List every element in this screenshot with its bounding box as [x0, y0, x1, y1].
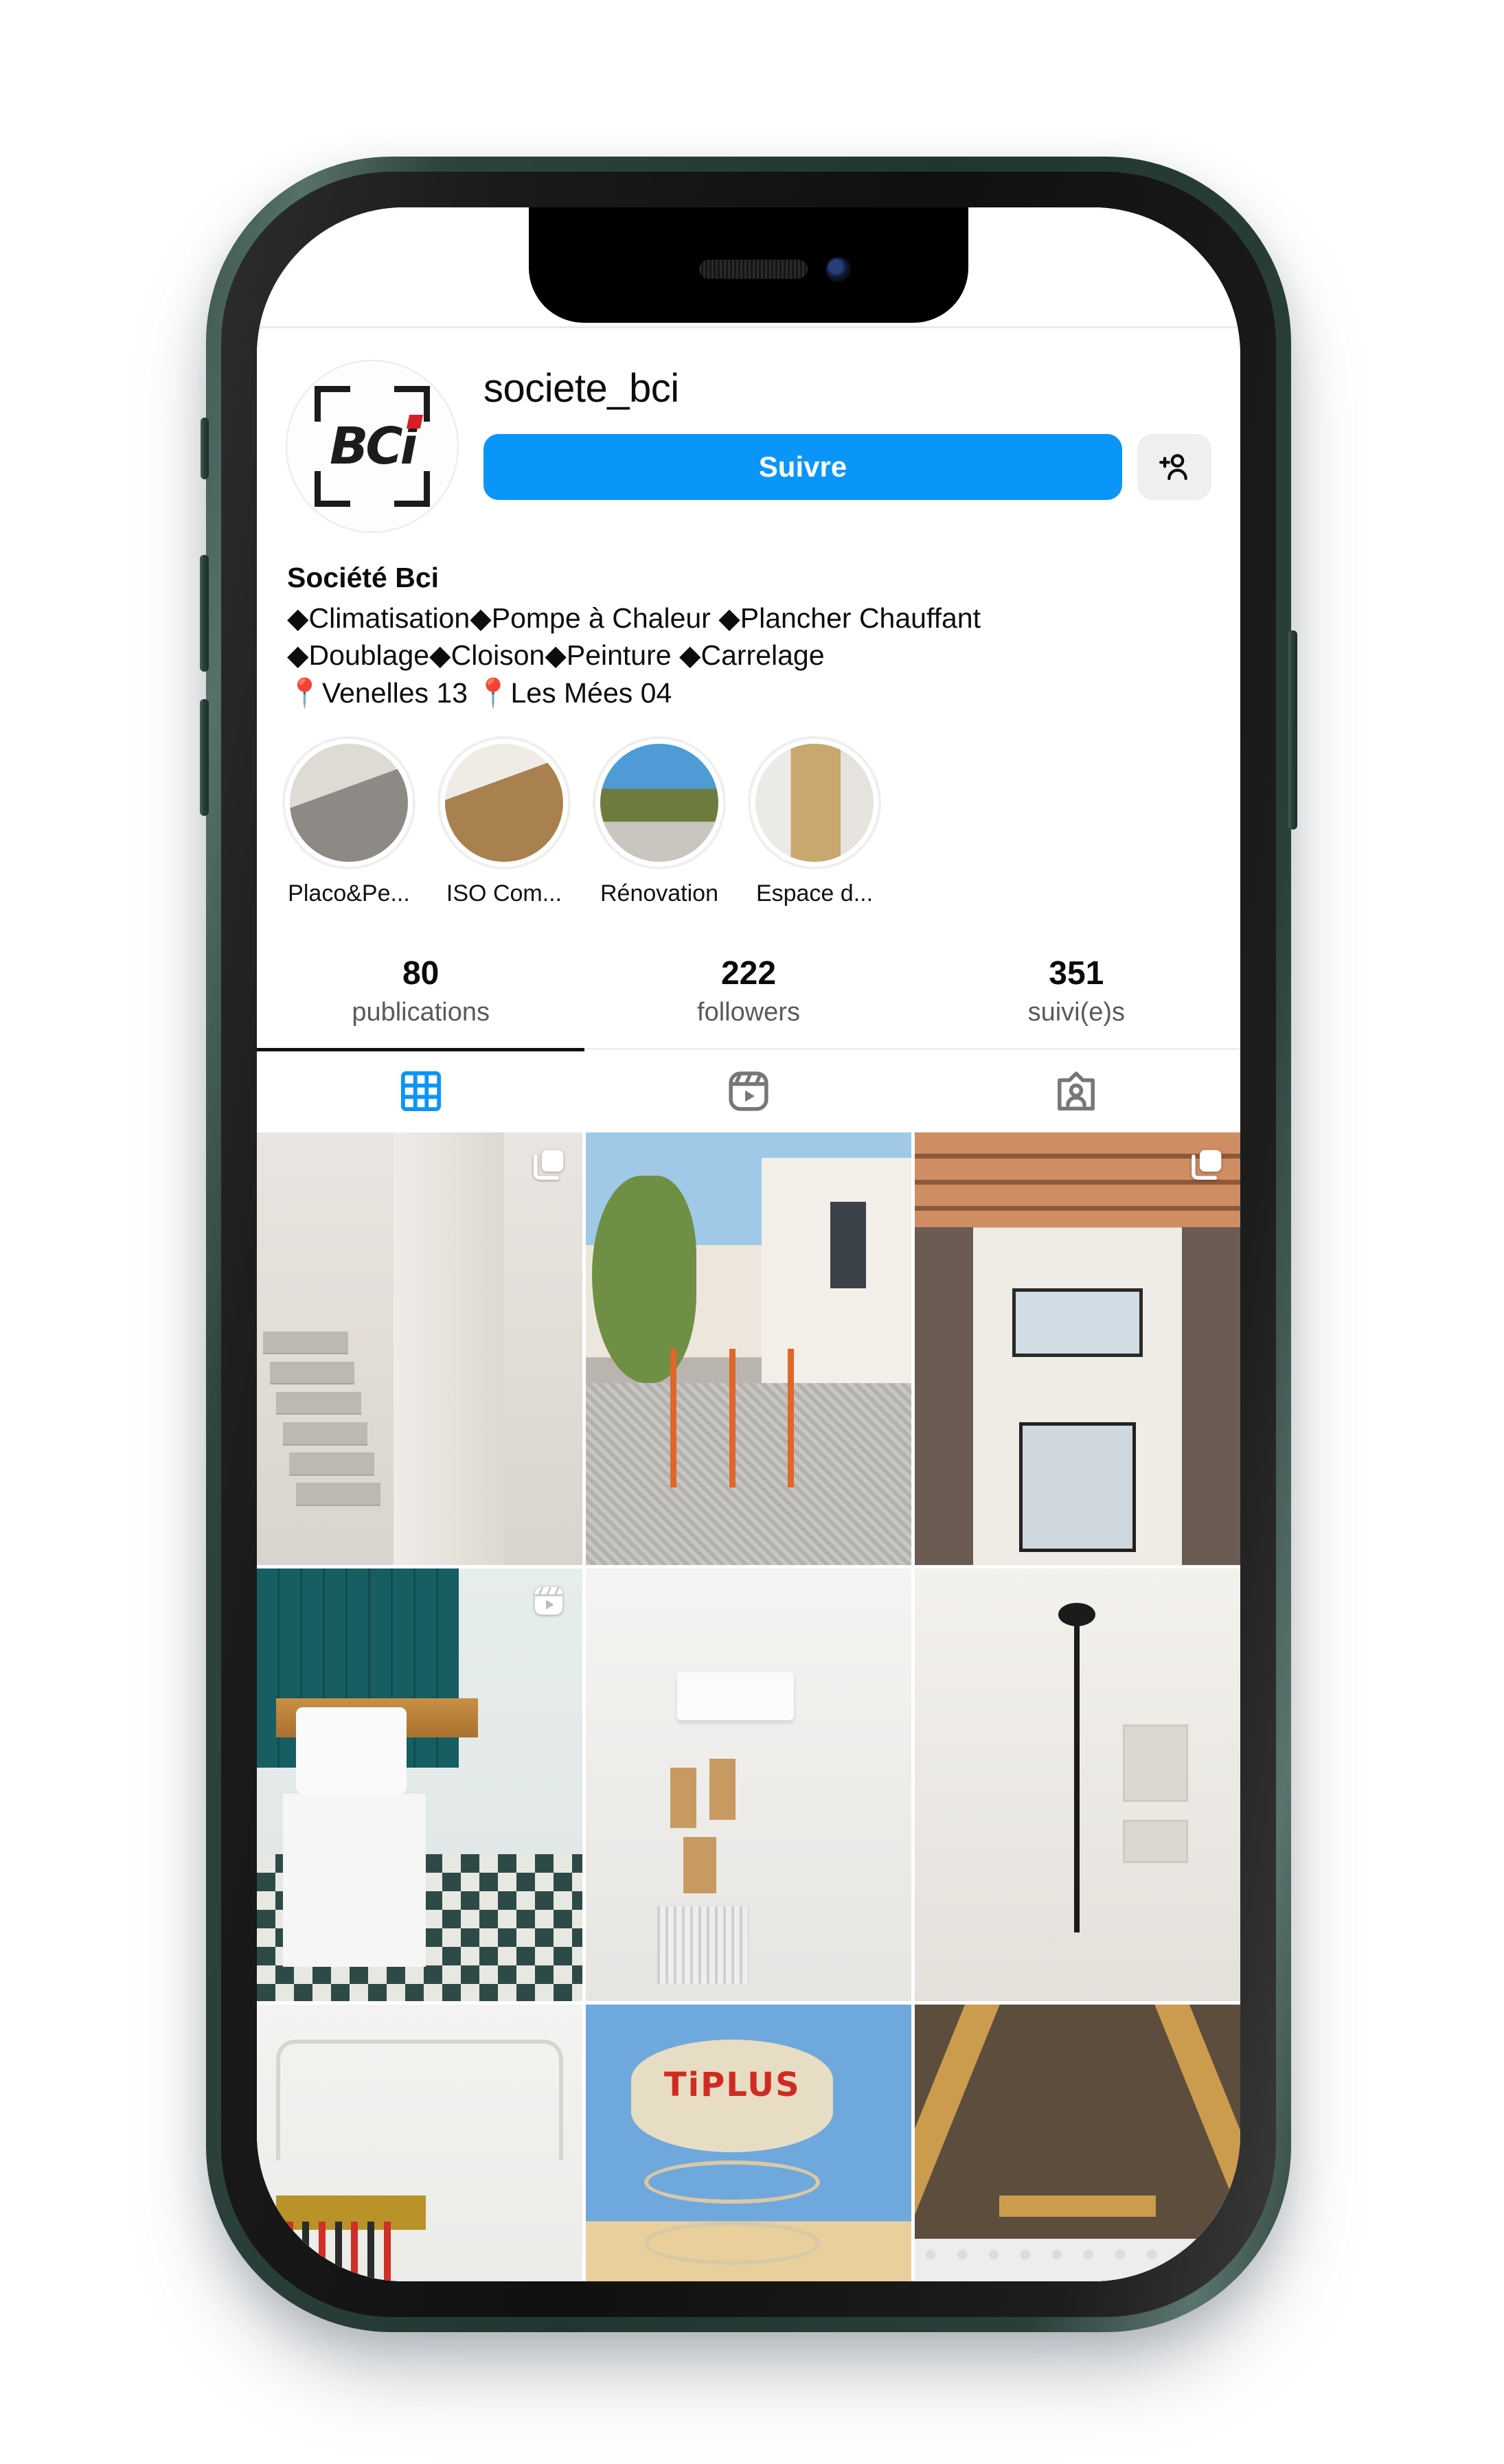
highlight-ring	[593, 736, 726, 870]
phone-bezel: BCi societe_bci Suivre Société Bci ◆Clim…	[221, 172, 1276, 2317]
bci-logo-text: BCi	[329, 417, 418, 476]
phone-screen: BCi societe_bci Suivre Société Bci ◆Clim…	[257, 207, 1240, 2281]
story-highlight-renovation[interactable]: Rénovation	[591, 736, 728, 907]
profile-action-row: Suivre	[483, 433, 1211, 500]
post-thumbnail	[586, 1132, 911, 1566]
post-thumbnail	[257, 1132, 582, 1566]
post-thumbnail	[257, 1568, 582, 2002]
highlight-thumbnail	[290, 744, 408, 863]
follow-button[interactable]: Suivre	[483, 433, 1122, 500]
highlight-thumbnail	[755, 744, 874, 863]
story-highlights: Placo&Pe... ISO Com... Rénovation Espace…	[257, 711, 1240, 918]
avatar[interactable]: BCi	[286, 360, 459, 533]
story-highlight-placo[interactable]: Placo&Pe...	[280, 736, 418, 907]
stat-label: followers	[697, 997, 800, 1027]
post-item[interactable]: TiPLUS	[586, 2005, 911, 2281]
highlight-ring	[437, 736, 571, 870]
stat-followers[interactable]: 222 followers	[584, 954, 912, 1027]
post-thumbnail: TiPLUS	[586, 2005, 911, 2281]
power-button[interactable]	[1288, 630, 1297, 830]
bio-services-line: ◆Climatisation◆Pompe à Chaleur ◆Plancher…	[287, 602, 981, 672]
front-camera-icon	[825, 257, 852, 283]
post-thumbnail	[586, 1568, 911, 2002]
grid-icon	[400, 1071, 441, 1111]
status-divider	[257, 326, 1240, 328]
avatar-image: BCi	[286, 360, 459, 533]
highlight-thumbnail	[445, 744, 563, 863]
post-item[interactable]	[257, 1568, 582, 2002]
post-item[interactable]	[915, 1568, 1240, 2002]
profile-header-right: societe_bci Suivre	[483, 360, 1211, 500]
profile-scroll-area[interactable]: BCi societe_bci Suivre Société Bci ◆Clim…	[257, 328, 1240, 2281]
page-title: societe_bci	[483, 366, 679, 411]
reels-icon	[729, 1071, 768, 1111]
stat-publications[interactable]: 80 publications	[257, 954, 584, 1027]
add-person-icon	[1159, 454, 1187, 480]
post-thumbnail	[915, 1568, 1240, 2002]
post-item[interactable]	[586, 1568, 911, 2002]
bci-logo-red-dot-icon	[406, 415, 424, 429]
post-thumbnail	[915, 2005, 1240, 2281]
add-person-button[interactable]	[1137, 433, 1211, 500]
silent-switch[interactable]	[201, 418, 209, 479]
speaker-grille-icon	[699, 260, 808, 279]
story-highlight-iso[interactable]: ISO Com...	[435, 736, 573, 907]
volume-down-button[interactable]	[200, 699, 209, 816]
profile-stats: 80 publications 222 followers 351 suivi(…	[257, 931, 1240, 1048]
post-item[interactable]	[586, 1132, 911, 1566]
scan-corner-bottom-right-icon	[394, 471, 430, 507]
highlight-label: Placo&Pe...	[288, 880, 410, 907]
post-item[interactable]	[257, 1132, 582, 1566]
carousel-icon	[1192, 1150, 1222, 1180]
highlight-ring	[282, 736, 415, 870]
post-item[interactable]	[915, 2005, 1240, 2281]
reels-icon	[534, 1586, 563, 1615]
highlight-ring	[748, 736, 881, 870]
tab-tagged[interactable]	[913, 1050, 1240, 1132]
profile-header: BCi societe_bci Suivre	[257, 328, 1240, 533]
carousel-icon	[534, 1150, 564, 1180]
post-grid: TiPLUS	[257, 1132, 1240, 2281]
volume-up-button[interactable]	[200, 555, 209, 672]
stat-following[interactable]: 351 suivi(e)s	[913, 954, 1240, 1027]
stat-value: 222	[720, 955, 777, 992]
phone-mockup: BCi societe_bci Suivre Société Bci ◆Clim…	[200, 157, 1297, 2332]
highlight-label: Rénovation	[600, 880, 718, 907]
stat-value: 80	[402, 955, 440, 992]
stat-label: suivi(e)s	[1027, 997, 1126, 1027]
stat-value: 351	[1049, 955, 1104, 992]
scan-corner-bottom-left-icon	[315, 471, 350, 507]
bio-display-name: Société Bci	[287, 562, 440, 593]
story-highlight-espace[interactable]: Espace d...	[746, 736, 883, 907]
post-item[interactable]	[915, 1132, 1240, 1566]
highlight-label: ISO Com...	[446, 880, 562, 907]
post-thumbnail	[257, 2005, 582, 2281]
profile-tab-bar	[257, 1047, 1240, 1132]
post-thumbnail	[915, 1132, 1240, 1566]
bio-locations-line: 📍Venelles 13 📍Les Mées 04	[287, 676, 672, 709]
instagram-profile-app: BCi societe_bci Suivre Société Bci ◆Clim…	[257, 207, 1240, 2281]
tab-reels[interactable]	[584, 1050, 912, 1132]
profile-bio: Société Bci ◆Climatisation◆Pompe à Chale…	[257, 533, 1240, 711]
tagged-person-icon	[1058, 1071, 1095, 1110]
post-item[interactable]	[257, 2005, 582, 2281]
stat-label: publications	[352, 997, 490, 1027]
notch	[529, 207, 968, 323]
highlight-label: Espace d...	[755, 880, 874, 907]
highlight-thumbnail	[600, 744, 718, 863]
tab-grid[interactable]	[257, 1050, 584, 1132]
